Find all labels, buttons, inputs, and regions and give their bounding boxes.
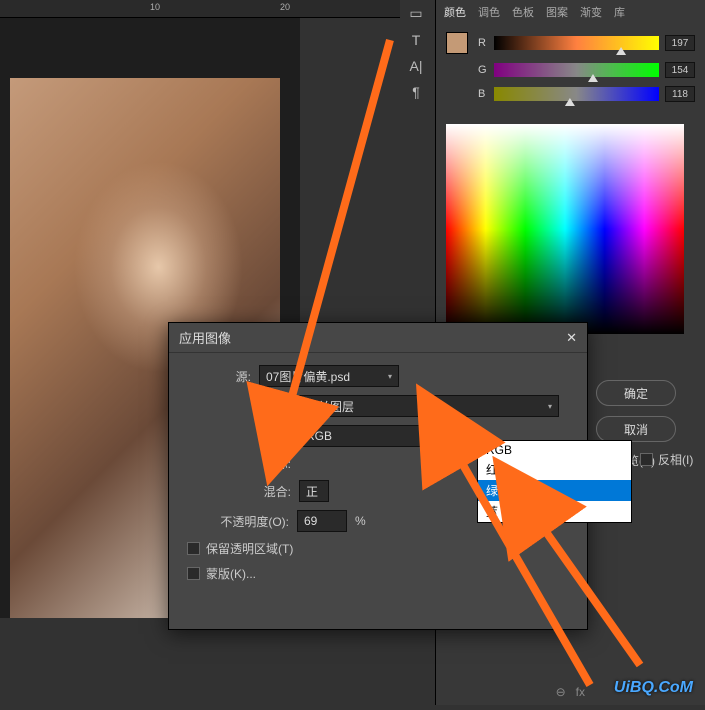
ruler-icon[interactable]: ▭ <box>406 2 425 25</box>
color-swatch[interactable] <box>446 32 468 54</box>
paragraph-icon[interactable]: ¶ <box>409 81 423 103</box>
dialog-title-text: 应用图像 <box>179 328 231 347</box>
color-spectrum[interactable] <box>446 124 684 334</box>
g-slider[interactable] <box>494 63 659 77</box>
g-value[interactable]: 154 <box>665 62 695 78</box>
tab-library[interactable]: 库 <box>614 4 625 20</box>
g-label: G <box>478 64 488 76</box>
opacity-label: 不透明度(O): <box>197 513 297 530</box>
tab-adjust[interactable]: 调色 <box>478 4 500 20</box>
mask-label: 蒙版(K)... <box>206 565 256 582</box>
blend-label: 混合: <box>227 483 299 500</box>
annotation-arrow-1 <box>260 30 400 465</box>
panel-tabs: 颜色 调色 色板 图案 渐变 库 <box>436 0 705 24</box>
r-slider[interactable] <box>494 36 659 50</box>
annotation-arrow-3 <box>490 455 660 690</box>
r-value[interactable]: 197 <box>665 35 695 51</box>
tab-swatch[interactable]: 色板 <box>512 4 534 20</box>
b-value[interactable]: 118 <box>665 86 695 102</box>
preserve-label: 保留透明区域(T) <box>206 540 293 557</box>
rgb-sliders: R 197 G 154 B 118 <box>436 24 705 118</box>
opacity-input[interactable] <box>297 510 347 532</box>
percent-label: % <box>355 514 366 528</box>
close-icon[interactable]: ✕ <box>566 330 577 346</box>
b-label: B <box>478 88 488 100</box>
preserve-checkbox[interactable] <box>187 542 200 555</box>
tab-gradient[interactable]: 渐变 <box>580 4 602 20</box>
invert-label: 反相(I) <box>658 451 693 468</box>
toolbar-right: ▭ T A| ¶ <box>405 2 427 103</box>
blend-select[interactable]: 正 <box>299 480 329 502</box>
ruler-tick: 10 <box>150 2 160 12</box>
b-slider[interactable] <box>494 87 659 101</box>
tab-color[interactable]: 颜色 <box>444 4 466 20</box>
horizontal-ruler: 10 20 <box>0 0 400 18</box>
blend-value: 正 <box>306 483 318 500</box>
source-label: 源: <box>187 368 259 385</box>
type-icon[interactable]: T <box>409 29 424 51</box>
r-label: R <box>478 37 488 49</box>
mask-checkbox[interactable] <box>187 567 200 580</box>
tab-pattern[interactable]: 图案 <box>546 4 568 20</box>
ruler-tick: 20 <box>280 2 290 12</box>
align-icon[interactable]: A| <box>407 55 426 77</box>
